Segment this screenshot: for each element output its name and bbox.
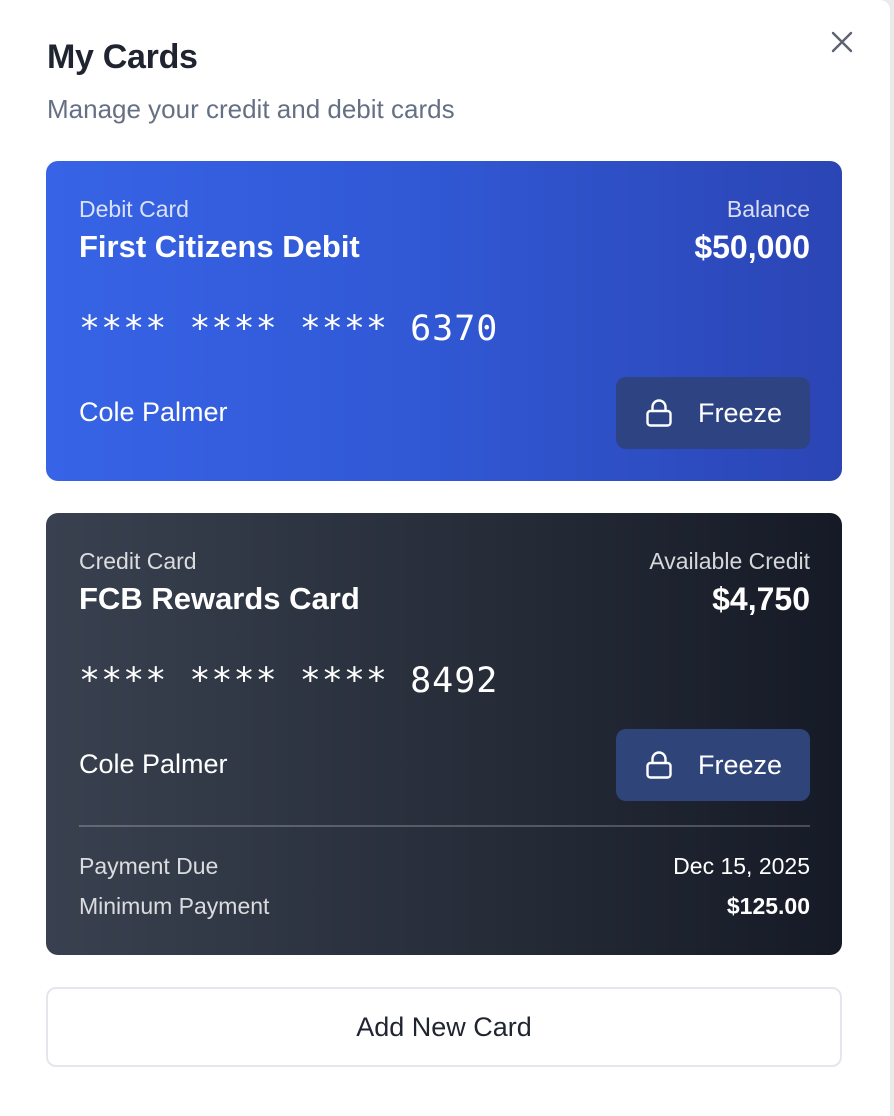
close-icon bbox=[831, 31, 853, 53]
add-new-card-button[interactable]: Add New Card bbox=[46, 987, 842, 1067]
card-type-label: Debit Card bbox=[79, 196, 189, 222]
card-name: FCB Rewards Card bbox=[79, 581, 360, 616]
card-number: **** **** **** 6370 bbox=[79, 309, 499, 349]
payment-due-label: Payment Due bbox=[79, 853, 219, 879]
card-holder-name: Cole Palmer bbox=[79, 397, 228, 427]
lock-icon bbox=[646, 751, 672, 779]
balance-label: Balance bbox=[726, 196, 810, 222]
minimum-payment-amount: $125.00 bbox=[726, 893, 810, 919]
balance-amount: $50,000 bbox=[694, 229, 810, 265]
card-holder-name: Cole Palmer bbox=[79, 749, 228, 779]
available-credit-amount: $4,750 bbox=[712, 581, 810, 617]
freeze-button[interactable]: Freeze bbox=[616, 729, 810, 801]
payment-due-date: Dec 15, 2025 bbox=[673, 853, 810, 879]
page-subtitle: Manage your credit and debit cards bbox=[47, 94, 455, 124]
freeze-button[interactable]: Freeze bbox=[616, 377, 810, 449]
page-title: My Cards bbox=[47, 38, 198, 76]
lock-icon bbox=[646, 399, 672, 427]
credit-card[interactable]: Credit Card FCB Rewards Card Available C… bbox=[46, 513, 842, 955]
minimum-payment-label: Minimum Payment bbox=[79, 893, 270, 919]
close-button[interactable] bbox=[826, 28, 858, 56]
debit-card[interactable]: Debit Card First Citizens Debit Balance … bbox=[46, 161, 842, 481]
available-credit-label: Available Credit bbox=[649, 548, 810, 574]
card-number: **** **** **** 8492 bbox=[79, 661, 499, 701]
card-name: First Citizens Debit bbox=[79, 229, 360, 264]
my-cards-dialog: My Cards Manage your credit and debit ca… bbox=[0, 0, 890, 1116]
freeze-button-label: Freeze bbox=[697, 749, 783, 780]
card-type-label: Credit Card bbox=[79, 548, 197, 574]
divider bbox=[79, 825, 810, 827]
freeze-button-label: Freeze bbox=[697, 397, 783, 428]
